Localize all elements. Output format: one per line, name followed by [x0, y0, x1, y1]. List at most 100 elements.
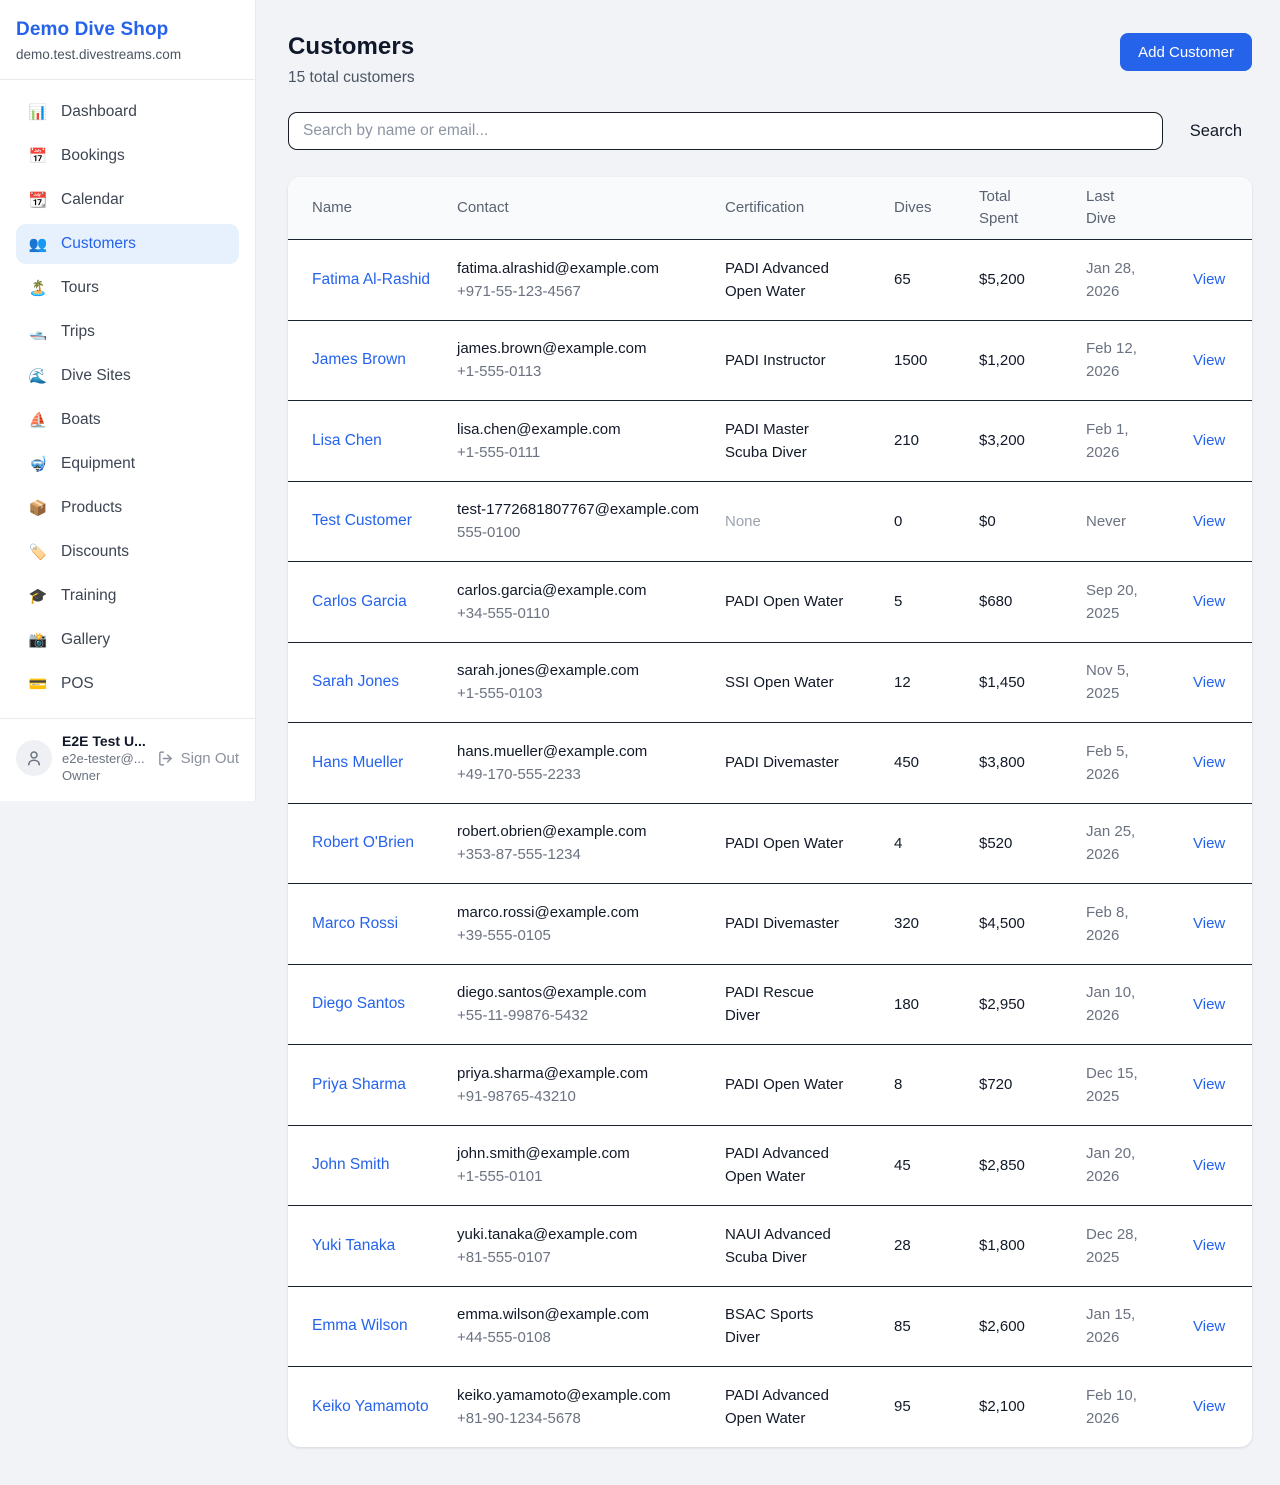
view-link[interactable]: View — [1193, 271, 1225, 288]
sidebar-item-label: Dive Sites — [61, 367, 131, 385]
user-info: E2E Test U... e2e-tester@... Owner — [62, 733, 147, 783]
search-input[interactable] — [288, 112, 1163, 150]
certification-cell: PADI Open Water — [725, 1073, 863, 1096]
customer-phone: +1-555-0113 — [457, 360, 709, 383]
view-link[interactable]: View — [1193, 996, 1225, 1013]
view-link[interactable]: View — [1193, 674, 1225, 691]
view-link[interactable]: View — [1193, 1318, 1225, 1335]
customer-name-link[interactable]: Lisa Chen — [312, 432, 382, 449]
graduation-cap-icon: 🎓 — [28, 589, 48, 604]
customer-name-link[interactable]: Marco Rossi — [312, 915, 398, 932]
view-link[interactable]: View — [1193, 513, 1225, 530]
view-link[interactable]: View — [1193, 432, 1225, 449]
table-row: Marco Rossimarco.rossi@example.com+39-55… — [288, 883, 1252, 964]
total-spent-cell: $2,100 — [979, 1395, 1086, 1418]
dives-cell: 95 — [894, 1395, 979, 1418]
customer-name-link[interactable]: Diego Santos — [312, 995, 405, 1012]
view-link[interactable]: View — [1193, 835, 1225, 852]
column-header: Last Dive — [1086, 186, 1138, 230]
search-button[interactable]: Search — [1190, 122, 1252, 141]
tear-off-calendar-icon: 📆 — [28, 193, 48, 208]
sidebar-item-discounts[interactable]: 🏷️Discounts — [16, 532, 239, 572]
certification-cell: None — [725, 510, 863, 533]
sidebar-item-label: Products — [61, 499, 122, 517]
sidebar-item-dive-sites[interactable]: 🌊Dive Sites — [16, 356, 239, 396]
sign-out-button[interactable]: Sign Out — [157, 750, 239, 767]
customer-name-link[interactable]: Emma Wilson — [312, 1317, 408, 1334]
camera-icon: 📸 — [28, 633, 48, 648]
customer-phone: +39-555-0105 — [457, 924, 709, 947]
sidebar-item-trips[interactable]: 🛥️Trips — [16, 312, 239, 352]
dives-cell: 65 — [894, 268, 979, 291]
sidebar-item-training[interactable]: 🎓Training — [16, 576, 239, 616]
sidebar-item-tours[interactable]: 🏝️Tours — [16, 268, 239, 308]
last-dive-cell: Feb 5, 2026 — [1086, 740, 1154, 787]
sidebar-item-products[interactable]: 📦Products — [16, 488, 239, 528]
motorboat-icon: 🛥️ — [28, 325, 48, 340]
customer-name-link[interactable]: Carlos Garcia — [312, 593, 407, 610]
customer-name-link[interactable]: Yuki Tanaka — [312, 1237, 395, 1254]
dives-cell: 4 — [894, 832, 979, 855]
view-link[interactable]: View — [1193, 915, 1225, 932]
customer-phone: +91-98765-43210 — [457, 1085, 709, 1108]
name-cell: Sarah Jones — [312, 670, 457, 694]
name-cell: Diego Santos — [312, 992, 457, 1016]
sidebar-item-equipment[interactable]: 🤿Equipment — [16, 444, 239, 484]
customer-name-link[interactable]: Test Customer — [312, 512, 412, 529]
last-dive-cell: Jan 25, 2026 — [1086, 820, 1154, 867]
customer-email: robert.obrien@example.com — [457, 820, 709, 843]
brand-domain: demo.test.divestreams.com — [16, 47, 239, 62]
add-customer-button[interactable]: Add Customer — [1120, 33, 1252, 71]
view-link[interactable]: View — [1193, 1237, 1225, 1254]
total-spent-cell: $1,800 — [979, 1234, 1086, 1257]
contact-cell: keiko.yamamoto@example.com+81-90-1234-56… — [457, 1384, 725, 1431]
contact-cell: carlos.garcia@example.com+34-555-0110 — [457, 579, 725, 626]
contact-cell: yuki.tanaka@example.com+81-555-0107 — [457, 1223, 725, 1270]
sidebar-item-label: Discounts — [61, 543, 129, 561]
avatar — [16, 740, 52, 776]
total-spent-cell: $720 — [979, 1073, 1086, 1096]
sidebar-item-bookings[interactable]: 📅Bookings — [16, 136, 239, 176]
sidebar-item-gallery[interactable]: 📸Gallery — [16, 620, 239, 660]
view-link[interactable]: View — [1193, 593, 1225, 610]
certification-cell: PADI Instructor — [725, 349, 863, 372]
sidebar-item-calendar[interactable]: 📆Calendar — [16, 180, 239, 220]
sidebar-item-customers[interactable]: 👥Customers — [16, 224, 239, 264]
total-spent-cell: $2,950 — [979, 993, 1086, 1016]
contact-cell: sarah.jones@example.com+1-555-0103 — [457, 659, 725, 706]
name-cell: Carlos Garcia — [312, 590, 457, 614]
sidebar-item-boats[interactable]: ⛵Boats — [16, 400, 239, 440]
customer-name-link[interactable]: Sarah Jones — [312, 673, 399, 690]
table-row: Carlos Garcia carlos.garcia@example.com+3… — [288, 561, 1252, 642]
total-spent-cell: $520 — [979, 832, 1086, 855]
certification-cell: PADI Advanced Open Water — [725, 1384, 863, 1431]
sidebar-item-pos[interactable]: 💳POS — [16, 664, 239, 704]
customer-name-link[interactable]: Robert O'Brien — [312, 834, 414, 851]
customer-email: lisa.chen@example.com — [457, 418, 709, 441]
action-cell: View — [1193, 1395, 1241, 1418]
view-link[interactable]: View — [1193, 1398, 1225, 1415]
customer-name-link[interactable]: Hans Mueller — [312, 754, 403, 771]
customer-name-link[interactable]: James Brown — [312, 351, 406, 368]
view-link[interactable]: View — [1193, 1076, 1225, 1093]
customer-name-link[interactable]: John Smith — [312, 1156, 390, 1173]
total-spent-cell: $5,200 — [979, 268, 1086, 291]
customer-email: yuki.tanaka@example.com — [457, 1223, 709, 1246]
view-link[interactable]: View — [1193, 352, 1225, 369]
customer-phone: +55-11-99876-5432 — [457, 1004, 709, 1027]
customer-name-link[interactable]: Keiko Yamamoto — [312, 1398, 429, 1415]
contact-cell: john.smith@example.com+1-555-0101 — [457, 1142, 725, 1189]
customer-name-link[interactable]: Priya Sharma — [312, 1076, 406, 1093]
customer-email: carlos.garcia@example.com — [457, 579, 709, 602]
name-cell: Lisa Chen — [312, 429, 457, 453]
total-spent-cell: $1,200 — [979, 349, 1086, 372]
sidebar-item-dashboard[interactable]: 📊Dashboard — [16, 92, 239, 132]
table-row: Fatima Al-Rashidfatima.alrashid@example.… — [288, 239, 1252, 320]
action-cell: View — [1193, 1073, 1241, 1096]
page-header: Customers 15 total customers Add Custome… — [288, 33, 1252, 87]
certification-cell: PADI Divemaster — [725, 912, 863, 935]
view-link[interactable]: View — [1193, 1157, 1225, 1174]
view-link[interactable]: View — [1193, 754, 1225, 771]
customer-name-link[interactable]: Fatima Al-Rashid — [312, 271, 430, 288]
diving-mask-icon: 🤿 — [28, 457, 48, 472]
